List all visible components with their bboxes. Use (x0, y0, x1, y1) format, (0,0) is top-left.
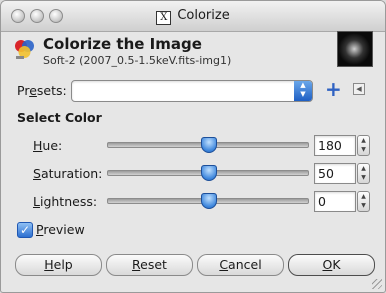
image-name: Soft-2 (2007_0.5-1.5keV.fits-img1) (43, 54, 232, 67)
hue-spin-arrows-icon[interactable]: ▲ ▼ (357, 135, 370, 156)
saturation-label: Saturation: (33, 166, 103, 181)
saturation-slider-thumb[interactable] (201, 165, 217, 181)
hue-spinbox[interactable]: 180 (314, 135, 356, 156)
dialog-heading: Colorize the Image (43, 35, 202, 53)
select-color-heading: Select Color (17, 110, 102, 125)
saturation-spinbox[interactable]: 50 (314, 163, 356, 184)
image-thumbnail (337, 31, 373, 67)
colorize-icon (15, 40, 34, 59)
lightness-slider-thumb[interactable] (201, 193, 217, 209)
lightness-spinbox[interactable]: 0 (314, 191, 356, 212)
preview-label[interactable]: Preview (36, 222, 85, 237)
saturation-slider[interactable] (107, 165, 309, 181)
combo-arrows-icon: ▲ ▼ (294, 81, 312, 101)
ok-button[interactable]: OK (288, 254, 375, 276)
preview-checkbox[interactable]: ✓ (17, 222, 33, 238)
saturation-value: 50 (318, 166, 334, 181)
window-title: Colorize (177, 8, 230, 23)
lightness-spin-arrows-icon[interactable]: ▲ ▼ (357, 191, 370, 212)
presets-combo[interactable]: ▲ ▼ (71, 80, 313, 102)
resize-grip[interactable] (372, 279, 382, 289)
help-button[interactable]: Help (15, 254, 102, 276)
saturation-spin-arrows-icon[interactable]: ▲ ▼ (357, 163, 370, 184)
lightness-value: 0 (318, 194, 326, 209)
colorize-dialog: X Colorize Colorize the Image Soft-2 (200… (0, 0, 386, 293)
cancel-button[interactable]: Cancel (197, 254, 284, 276)
reset-button[interactable]: Reset (106, 254, 193, 276)
presets-label: Presets: (17, 83, 67, 98)
preset-menu-icon[interactable]: ◀ (353, 83, 365, 95)
x11-icon: X (156, 11, 172, 25)
lightness-label: Lightness: (33, 194, 98, 209)
hue-label: Hue: (33, 138, 63, 153)
hue-slider-thumb[interactable] (201, 137, 217, 153)
lightness-slider[interactable] (107, 193, 309, 209)
window-title-area: X Colorize (1, 8, 385, 25)
hue-value: 180 (318, 138, 342, 153)
title-bar: X Colorize (1, 1, 385, 32)
hue-slider[interactable] (107, 137, 309, 153)
add-preset-icon[interactable]: + (325, 79, 343, 99)
